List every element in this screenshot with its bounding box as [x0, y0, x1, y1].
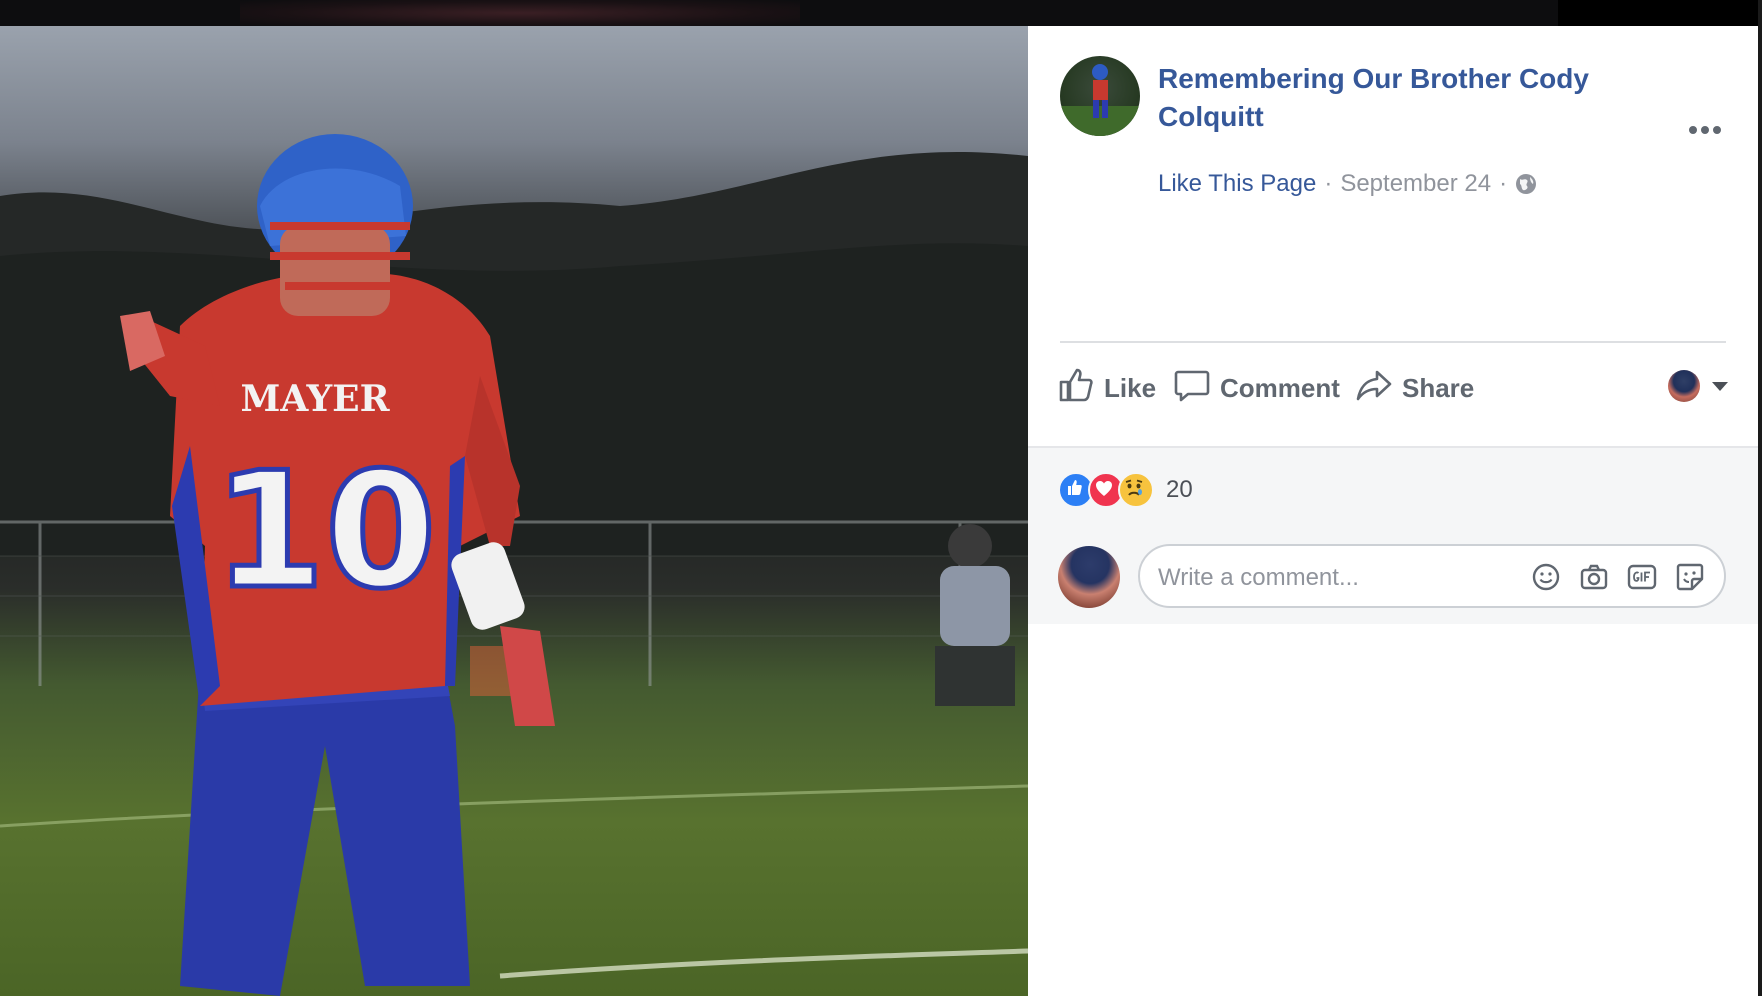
meta-separator: · — [1324, 170, 1333, 197]
feedback-area: 20 Write a comment... — [1028, 446, 1758, 624]
post-date[interactable]: September 24 — [1340, 170, 1491, 198]
thumbs-up-icon — [1058, 367, 1104, 410]
chevron-down-icon — [1712, 381, 1728, 391]
share-button[interactable]: Share — [1356, 364, 1474, 412]
reactions-summary[interactable]: 20 — [1058, 472, 1193, 508]
comment-input[interactable]: Write a comment... — [1138, 544, 1726, 608]
comment-placeholder: Write a comment... — [1158, 564, 1359, 591]
like-label: Like — [1104, 372, 1157, 403]
page-avatar[interactable] — [1060, 56, 1140, 136]
sad-reaction-icon — [1118, 472, 1154, 508]
post-header: Remembering Our Brother Cody Colquitt Li… — [1060, 56, 1726, 197]
post-meta: Like This Page · September 24 · — [1158, 170, 1537, 198]
like-page-link[interactable]: Like This Page — [1158, 170, 1316, 198]
share-label: Share — [1402, 372, 1475, 403]
user-avatar — [1668, 370, 1700, 402]
actions-divider — [1060, 341, 1726, 343]
share-arrow-icon — [1356, 367, 1402, 410]
more-options-icon[interactable] — [1688, 122, 1722, 134]
football-player-image: MAYER 10 — [120, 134, 555, 996]
sticker-icon[interactable] — [1674, 561, 1706, 593]
post-panel: Remembering Our Brother Cody Colquitt Li… — [1028, 26, 1758, 996]
globe-icon[interactable] — [1515, 173, 1537, 195]
camera-icon[interactable] — [1578, 561, 1610, 593]
spectator — [935, 524, 1015, 706]
reaction-count[interactable]: 20 — [1166, 476, 1193, 504]
top-blur — [240, 0, 800, 26]
comment-composer: Write a comment... — [1058, 544, 1726, 610]
like-button[interactable]: Like — [1058, 364, 1156, 412]
emoji-icon[interactable] — [1530, 561, 1562, 593]
post-actions: Like Comment Share — [1058, 364, 1738, 416]
jersey-team-text: MAYER — [240, 378, 390, 420]
commenter-avatar — [1058, 546, 1120, 608]
gif-icon[interactable] — [1626, 561, 1658, 593]
comment-label: Comment — [1220, 372, 1340, 403]
top-dark-strip — [0, 0, 1558, 26]
page-name-link[interactable]: Remembering Our Brother Cody Colquitt — [1158, 60, 1658, 136]
comment-button[interactable]: Comment — [1174, 364, 1340, 412]
jersey-number-text: 10 — [214, 437, 437, 624]
post-photo[interactable]: MAYER 10 — [0, 26, 1028, 996]
comment-attachment-icons — [1530, 561, 1706, 593]
meta-separator: · — [1499, 170, 1508, 197]
page-avatar-image — [1060, 64, 1140, 136]
identity-selector[interactable] — [1668, 370, 1728, 402]
right-edge-strip — [1758, 0, 1762, 996]
comment-bubble-icon — [1174, 367, 1220, 410]
